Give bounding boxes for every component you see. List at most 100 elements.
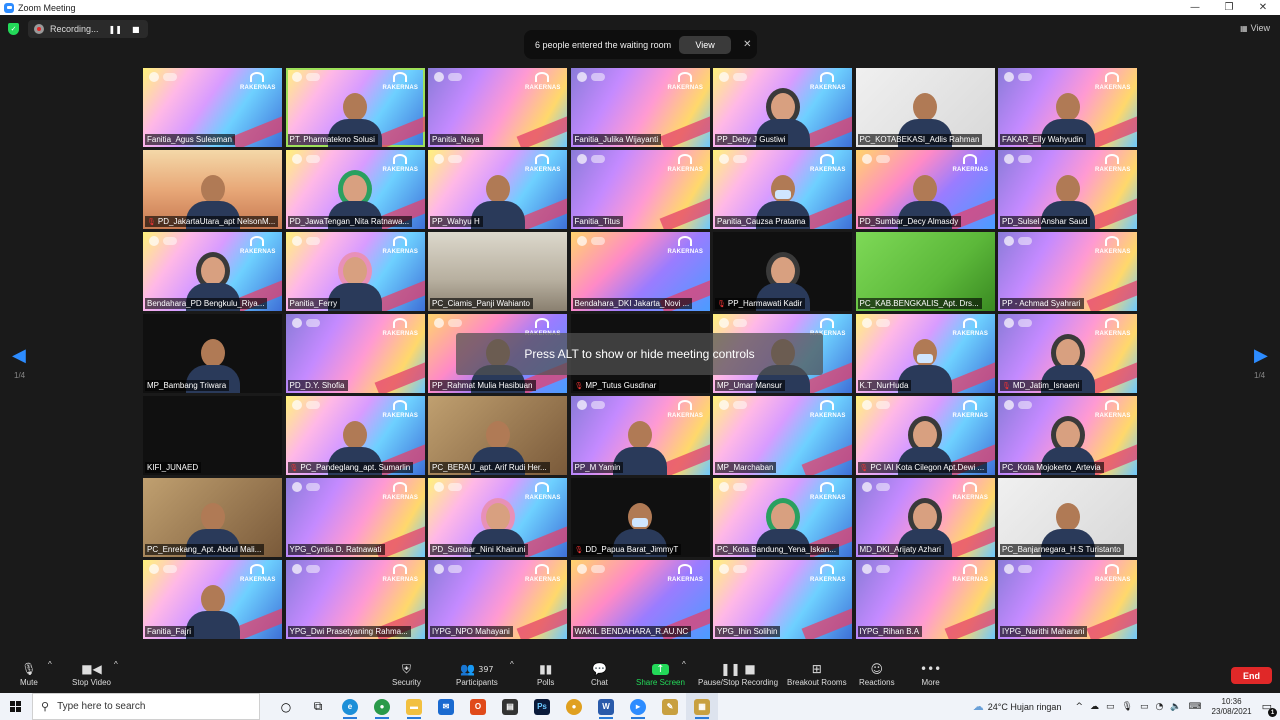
participant-tile[interactable]: RAKERNAS Bendahara_DKI Jakarta_Novi ... bbox=[570, 232, 710, 311]
participant-tile[interactable]: 🎙 PD_JakartaUtara_apt NelsonM... bbox=[143, 150, 282, 229]
mute-button[interactable]: 🎙 Mute bbox=[20, 660, 38, 687]
participant-tile[interactable]: PC_KAB.BENGKALIS_Apt. Drs... bbox=[855, 232, 995, 311]
participant-tile[interactable]: RAKERNAS PP_M Yamin bbox=[570, 396, 710, 475]
participant-tile[interactable]: PC_Banjarnegara_H.S Turistanto bbox=[998, 478, 1137, 557]
participant-tile[interactable]: RAKERNAS YPG_Cyntia D. Ratnawati bbox=[285, 478, 425, 557]
maximize-button[interactable]: ❐ bbox=[1212, 2, 1246, 13]
pen-app-icon[interactable]: ✎ bbox=[654, 693, 686, 720]
participant-tile[interactable]: 🎙 DD_Papua Barat_JimmyT bbox=[570, 478, 710, 557]
pause-recording-icon[interactable]: ❚❚ bbox=[109, 25, 122, 34]
participants-button[interactable]: 👥 397 Participants bbox=[456, 660, 498, 687]
participant-tile[interactable]: RAKERNAS PC_Kota Bandung_Yena_Iskan... bbox=[713, 478, 852, 557]
microphone-tray-icon[interactable]: 🎙 bbox=[1122, 702, 1133, 712]
participant-tile[interactable]: RAKERNAS FAKAR_Elly Wahyudin bbox=[998, 68, 1137, 147]
pinned-app-icon[interactable]: ▦ bbox=[686, 693, 718, 720]
participant-tile[interactable]: 🎙 PP_Harmawati Kadir bbox=[713, 232, 852, 311]
participant-tile[interactable]: RAKERNAS PP - Achmad Syahrari bbox=[998, 232, 1137, 311]
chrome-icon[interactable]: ● bbox=[366, 693, 398, 720]
photoshop-icon[interactable]: Ps bbox=[526, 693, 558, 720]
more-button[interactable]: ••• More bbox=[920, 660, 941, 687]
participant-tile[interactable]: RAKERNAS MD_DKI_Arijaty Azhari bbox=[855, 478, 995, 557]
participant-tile[interactable]: RAKERNAS 🎙 PC_Pandeglang_apt. Sumarlin bbox=[285, 396, 425, 475]
taskbar-search-box[interactable]: ⚲ Type here to search bbox=[32, 693, 260, 720]
task-view-icon[interactable]: ⧉ bbox=[302, 693, 334, 720]
participant-tile[interactable]: RAKERNAS PD_D.Y. Shofia bbox=[285, 314, 425, 393]
participant-tile[interactable]: RAKERNAS PD_Sumbar_Decy Almasdy bbox=[855, 150, 995, 229]
share-options-chevron-icon[interactable]: ^ bbox=[682, 660, 686, 669]
reactions-button[interactable]: ☺ Reactions bbox=[859, 660, 895, 687]
breakout-rooms-button[interactable]: ⊞ Breakout Rooms bbox=[787, 660, 847, 687]
keyboard-icon[interactable]: ⌨ bbox=[1189, 702, 1202, 712]
participant-tile[interactable]: RAKERNAS Panitia_Naya bbox=[428, 68, 567, 147]
battery-icon[interactable]: ▭ bbox=[1106, 702, 1115, 712]
participant-tile[interactable]: RAKERNAS Bendahara_PD Bengkulu_Riya... bbox=[143, 232, 282, 311]
participant-tile[interactable]: KIFI_JUNAED bbox=[143, 396, 282, 475]
close-window-button[interactable]: ✕ bbox=[1246, 2, 1280, 13]
notification-icon[interactable]: ▭ 1 bbox=[1262, 700, 1277, 717]
participant-tile[interactable]: RAKERNAS PD_Sulsel Anshar Saud bbox=[998, 150, 1137, 229]
security-button[interactable]: ⛨ Security bbox=[392, 660, 421, 688]
participant-tile[interactable]: RAKERNAS YPG_Ihin Solihin bbox=[713, 560, 852, 639]
participant-tile[interactable]: RAKERNAS Panitia_Cauzsa Pratama bbox=[713, 150, 852, 229]
office-icon[interactable]: O bbox=[462, 693, 494, 720]
participant-tile[interactable]: PC_Enrekang_Apt. Abdul Mali... bbox=[143, 478, 282, 557]
encryption-shield-icon[interactable]: ✓ bbox=[8, 23, 19, 35]
stop-recording-icon[interactable]: ■ bbox=[132, 25, 140, 34]
cortana-icon[interactable]: ○ bbox=[270, 693, 302, 720]
minimize-button[interactable]: — bbox=[1178, 2, 1212, 13]
participant-tile[interactable]: RAKERNAS PT. Pharmatekno Solusi bbox=[285, 68, 425, 147]
chevron-up-icon[interactable]: ^ bbox=[1075, 702, 1083, 712]
participant-tile[interactable]: RAKERNAS Fanitia_Titus bbox=[570, 150, 710, 229]
participant-tile[interactable]: RAKERNAS WAKIL BENDAHARA_R.AU.NC bbox=[570, 560, 710, 639]
participant-tile[interactable]: PC_BERAU_apt. Arif Rudi Her... bbox=[428, 396, 567, 475]
video-options-chevron-icon[interactable]: ^ bbox=[114, 660, 118, 669]
participant-tile[interactable]: RAKERNAS PP_Wahyu H bbox=[428, 150, 567, 229]
chrome-alt-icon[interactable]: ● bbox=[558, 693, 590, 720]
participant-tile[interactable]: RAKERNAS Fanitia_Julika Wijayanti bbox=[570, 68, 710, 147]
waiting-room-view-button[interactable]: View bbox=[679, 35, 732, 54]
network-icon[interactable]: ◔ bbox=[1155, 702, 1163, 712]
participant-tile[interactable]: RAKERNAS IYPG_Narithi Maharani bbox=[998, 560, 1137, 639]
participant-tile[interactable]: RAKERNAS Panitia_Ferry bbox=[285, 232, 425, 311]
polls-button[interactable]: ▮▮ Polls bbox=[537, 660, 554, 687]
monitor-icon[interactable]: ▭ bbox=[1140, 702, 1149, 712]
weather-widget[interactable]: ☁ 24°C Hujan ringan bbox=[973, 700, 1062, 713]
file-explorer-icon[interactable]: ▬ bbox=[398, 693, 430, 720]
share-screen-button[interactable]: ↑ Share Screen bbox=[636, 660, 685, 687]
chat-button[interactable]: 💬 Chat bbox=[591, 660, 608, 687]
participant-tile[interactable]: RAKERNAS Fanitia_Agus Suleaman bbox=[143, 68, 282, 147]
participant-tile[interactable]: PC_Ciamis_Panji Wahianto bbox=[428, 232, 567, 311]
zoom-app-icon[interactable]: ▸ bbox=[622, 693, 654, 720]
close-icon[interactable]: ✕ bbox=[743, 39, 751, 50]
participant-tile[interactable]: MP_Bambang Triwara bbox=[143, 314, 282, 393]
volume-icon[interactable]: 🔈 bbox=[1170, 702, 1181, 712]
participant-tile[interactable]: PC_KOTABEKASI_Adlis Rahman bbox=[855, 68, 995, 147]
next-page-arrow-icon[interactable]: ▶ bbox=[1254, 345, 1268, 366]
view-menu-button[interactable]: ▦ View bbox=[1240, 23, 1270, 33]
participant-tile[interactable]: RAKERNAS PD_Sumbar_Nini Khairuni bbox=[428, 478, 567, 557]
clock[interactable]: 10:36 23/08/2021 bbox=[1212, 697, 1252, 717]
participant-tile[interactable]: RAKERNAS PC_Kota Mojokerto_Artevia bbox=[998, 396, 1137, 475]
mail-icon[interactable]: ✉ bbox=[430, 693, 462, 720]
participant-tile[interactable]: RAKERNAS IYPG_NPO Mahayani bbox=[428, 560, 567, 639]
participant-tile[interactable]: RAKERNAS K.T_NurHuda bbox=[855, 314, 995, 393]
pause-stop-recording-button[interactable]: ❚❚ ■ Pause/Stop Recording bbox=[698, 660, 778, 687]
participant-tile[interactable]: RAKERNAS IYPG_Rihan B.A bbox=[855, 560, 995, 639]
stop-video-button[interactable]: ■◀ Stop Video bbox=[72, 660, 111, 687]
participant-tile[interactable]: RAKERNAS PP_Deby J Gustiwi bbox=[713, 68, 852, 147]
previous-page-arrow-icon[interactable]: ◀ bbox=[12, 345, 26, 366]
audio-options-chevron-icon[interactable]: ^ bbox=[48, 660, 52, 669]
start-button[interactable] bbox=[0, 693, 32, 720]
participants-chevron-icon[interactable]: ^ bbox=[510, 660, 514, 669]
end-meeting-button[interactable]: End bbox=[1231, 667, 1272, 684]
participant-tile[interactable]: RAKERNAS PD_JawaTengan_Nita Ratnawa... bbox=[285, 150, 425, 229]
edge-icon[interactable]: e bbox=[334, 693, 366, 720]
participant-tile[interactable]: RAKERNAS 🎙 PC IAI Kota Cilegon Apt.Dewi ..… bbox=[855, 396, 995, 475]
participant-tile[interactable]: RAKERNAS 🎙 MD_Jatim_Isnaeni bbox=[998, 314, 1137, 393]
participant-tile[interactable]: RAKERNAS YPG_Dwi Prasetyaning Rahma... bbox=[285, 560, 425, 639]
word-icon[interactable]: W bbox=[590, 693, 622, 720]
participant-tile[interactable]: RAKERNAS MP_Marchaban bbox=[713, 396, 852, 475]
store-icon[interactable]: ▤ bbox=[494, 693, 526, 720]
cloud-icon[interactable]: ☁ bbox=[1090, 702, 1099, 712]
participant-tile[interactable]: RAKERNAS Fanitia_Fajri bbox=[143, 560, 282, 639]
